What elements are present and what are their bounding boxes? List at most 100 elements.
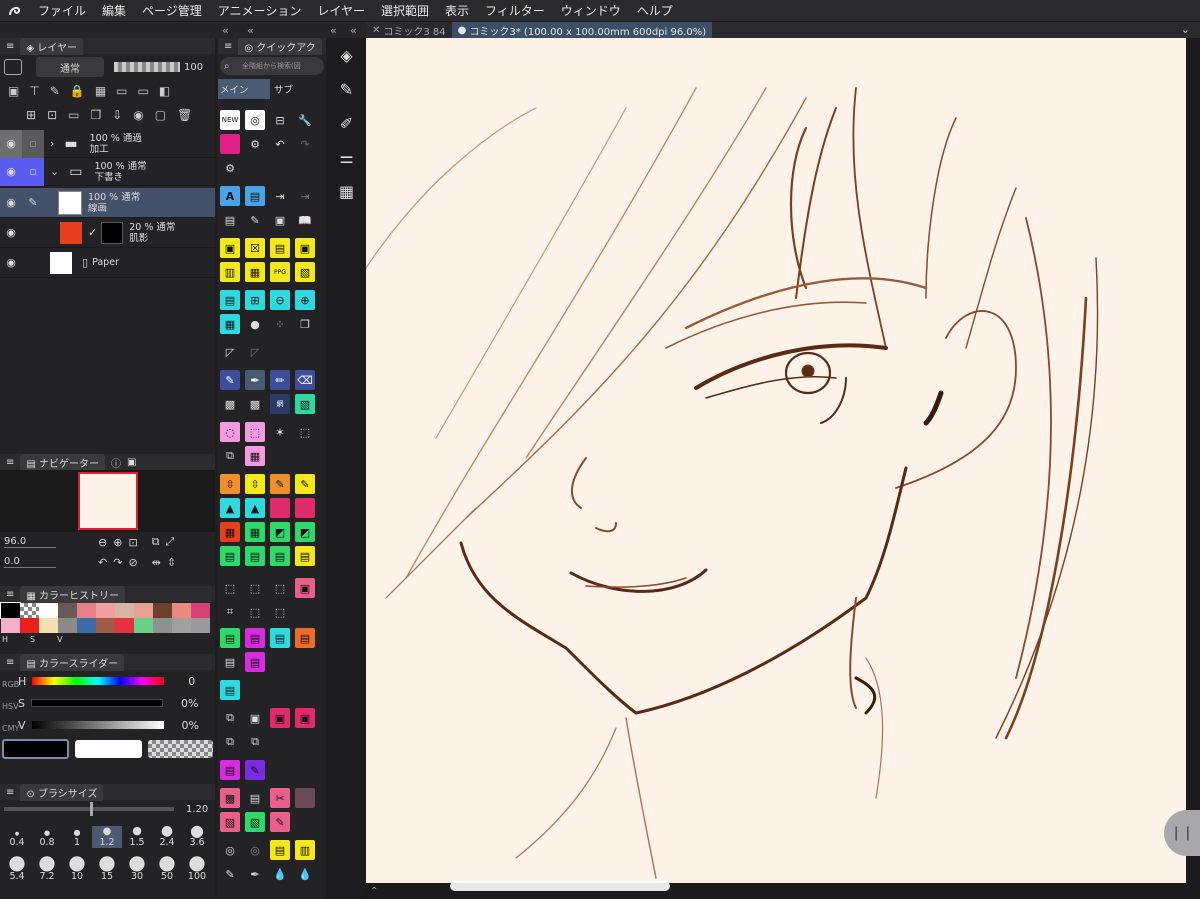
collapse-mid-icon[interactable]: « (247, 24, 254, 37)
select-icon[interactable]: ⬚ (295, 422, 315, 442)
x14-icon[interactable]: ▧ (245, 812, 265, 832)
rotate-left-icon[interactable]: ↶ (98, 556, 107, 569)
copy-icon[interactable]: ❐ (90, 108, 101, 122)
mask2-icon[interactable]: ▭ (138, 84, 149, 98)
layer-row-folder2[interactable]: ◉ ▫ ⌄ ▭ 100 % 通常 下書き (0, 157, 215, 186)
x13-icon[interactable]: ▧ (220, 812, 240, 832)
eye-icon[interactable]: ◉ (0, 129, 22, 158)
f5-icon[interactable]: ▤ (220, 652, 240, 672)
y3-icon[interactable]: ▤ (270, 238, 290, 258)
sel3-icon[interactable]: ▦ (245, 446, 265, 466)
quick-access-tab[interactable]: ◎ クイックアク (238, 37, 322, 55)
brush-size-option[interactable]: ● 3.6 (182, 823, 212, 849)
sub-color[interactable] (75, 740, 142, 758)
mode-rgb[interactable]: RGB (2, 674, 19, 696)
menu-animation[interactable]: アニメーション (210, 2, 310, 19)
image-icon[interactable]: ▣ (127, 457, 136, 468)
swatch[interactable] (77, 618, 96, 633)
chevron-down-icon[interactable]: ⌄ (50, 165, 59, 178)
val-slider[interactable] (31, 721, 164, 729)
sat-value[interactable]: 0% (181, 697, 198, 710)
x8-icon[interactable]: ▤ (220, 760, 240, 780)
transparent-color[interactable] (148, 740, 213, 758)
sel2-icon[interactable]: ⧉ (220, 446, 240, 466)
main-color[interactable] (2, 739, 70, 759)
layer-row-paper[interactable]: ◉ ▯ Paper (0, 248, 215, 278)
app-logo-icon[interactable] (0, 0, 30, 22)
fill-icon[interactable]: ▧ (295, 394, 315, 414)
layer-color-icon[interactable] (4, 59, 22, 75)
drawing-canvas[interactable] (366, 38, 1186, 883)
zoom-out-icon[interactable]: ⊖ (98, 536, 107, 549)
chevron-down-icon[interactable]: ⌄ (1181, 23, 1190, 36)
ruler2-icon[interactable]: ◸ (245, 342, 265, 362)
m4-icon[interactable]: ▣ (295, 578, 315, 598)
f4-icon[interactable]: ▤ (295, 628, 315, 648)
ruler-icon[interactable]: ◸ (220, 342, 240, 362)
brush-size-option[interactable]: ● 2.4 (152, 824, 182, 848)
menu-lines-icon[interactable]: ≡ (224, 41, 232, 52)
swatch[interactable] (134, 603, 153, 618)
draft-icon[interactable]: ✎ (50, 84, 60, 98)
swatch[interactable] (172, 618, 191, 633)
fit-icon[interactable]: ⊡ (128, 536, 137, 549)
brush-size-option[interactable]: ● 0.4 (2, 826, 32, 848)
navigator-tab[interactable]: ▤ ナビゲーター (20, 453, 106, 471)
t12-icon[interactable]: ◩ (295, 522, 315, 542)
color-layer-icon[interactable]: ◧ (159, 84, 170, 98)
book-icon[interactable]: 📖 (295, 210, 315, 230)
brush-size-option[interactable]: ● 5.4 (2, 850, 32, 882)
x20-icon[interactable]: ✎ (220, 864, 240, 884)
color-history-tab[interactable]: ▦ カラーヒストリー (20, 585, 126, 603)
swatch[interactable] (39, 603, 58, 618)
f2-icon[interactable]: ▤ (245, 628, 265, 648)
swatch[interactable] (191, 618, 210, 633)
eye-icon[interactable]: ◉ (0, 249, 22, 277)
mode-cmy[interactable]: CMY (2, 718, 19, 740)
sub-tool-icon[interactable]: ✐ (327, 106, 366, 140)
m3-icon[interactable]: ⬚ (270, 578, 290, 598)
redo-icon[interactable]: ↷ (295, 134, 315, 154)
lock-icon[interactable]: 🔒 (70, 84, 85, 98)
full-icon[interactable]: ⤢ (166, 535, 175, 549)
x21-icon[interactable]: ✒ (245, 864, 265, 884)
c5-icon[interactable]: ▦ (220, 314, 240, 334)
brush-size-slider[interactable] (4, 802, 174, 816)
collapse-left-icon[interactable]: « (222, 24, 229, 37)
swatch[interactable] (77, 603, 96, 618)
swatch[interactable] (1, 618, 20, 633)
pen-edit-icon[interactable]: ✎ (245, 210, 265, 230)
gear-icon[interactable]: ⚙ (245, 134, 265, 154)
import-icon[interactable]: ⇥ (270, 186, 290, 206)
quick-tab-main[interactable]: メイン (218, 79, 270, 99)
t4-icon[interactable]: ✎ (295, 474, 315, 494)
x15-icon[interactable]: ✎ (270, 812, 290, 832)
swatch[interactable] (115, 618, 134, 633)
t16-icon[interactable]: ▤ (295, 546, 315, 566)
fit-window-icon[interactable]: ⧉ (152, 535, 160, 549)
brush-size-option[interactable]: ● 100 (182, 850, 212, 882)
settings-icon[interactable]: ⚙ (220, 158, 240, 178)
canvas-area[interactable]: ❘❘ ⌃ (366, 38, 1200, 899)
m6-icon[interactable]: ⬚ (245, 602, 265, 622)
color-icon[interactable] (220, 134, 240, 154)
t10-icon[interactable]: ▦ (245, 522, 265, 542)
new-icon[interactable]: NEW (220, 110, 240, 130)
menu-layer[interactable]: レイヤー (309, 2, 373, 19)
x11-icon[interactable]: ▤ (245, 788, 265, 808)
menu-selection[interactable]: 選択範囲 (373, 2, 437, 19)
t5-icon[interactable]: ▲ (220, 498, 240, 518)
merge-icon[interactable]: ⇩ (112, 108, 122, 122)
swatch[interactable] (153, 618, 172, 633)
y5-icon[interactable]: ▥ (220, 262, 240, 282)
f6-icon[interactable]: ▤ (245, 652, 265, 672)
edit-target-icon[interactable]: ▫ (22, 129, 44, 158)
brush-size-option[interactable]: ● 30 (122, 850, 152, 882)
x7-icon[interactable]: ⧉ (245, 732, 265, 752)
menu-view[interactable]: 表示 (437, 2, 477, 19)
new-vector-icon[interactable]: ⊡ (47, 108, 57, 122)
x9-icon[interactable]: ✎ (245, 760, 265, 780)
wand-icon[interactable]: ✶ (270, 422, 290, 442)
menu-page[interactable]: ページ管理 (134, 2, 210, 19)
expand-up-icon[interactable]: ⌃ (370, 886, 378, 897)
